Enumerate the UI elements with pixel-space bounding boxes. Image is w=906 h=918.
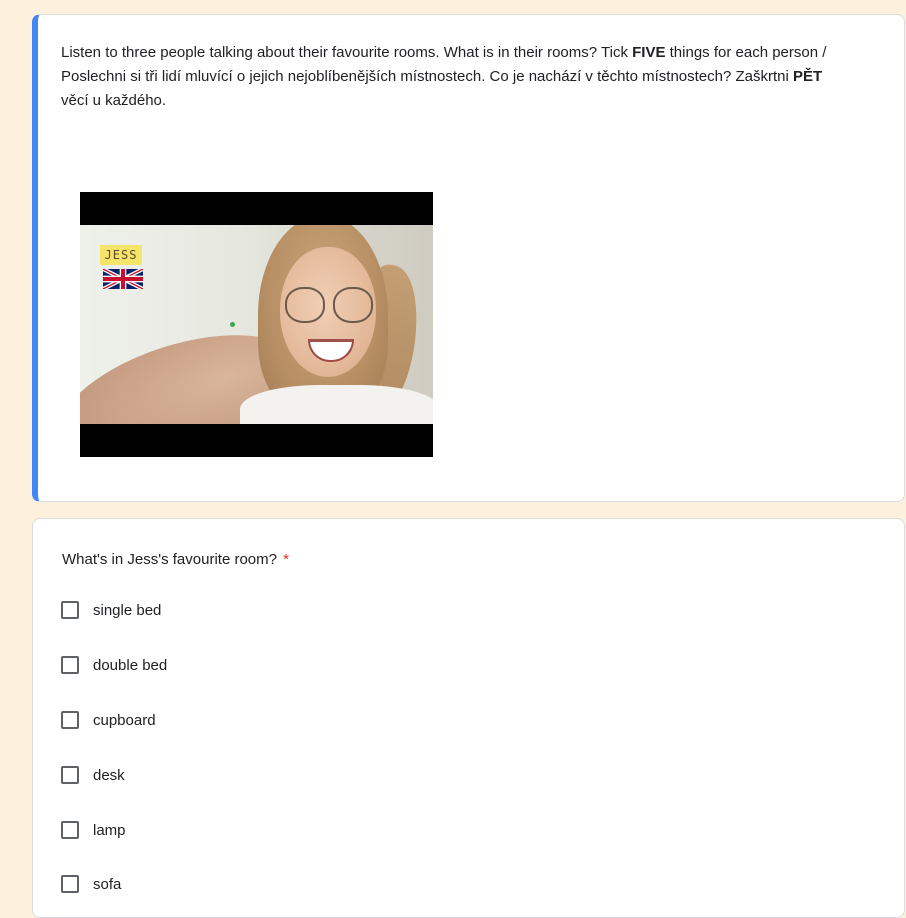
question-title: What's in Jess's favourite room? * [62,551,289,568]
checkbox[interactable] [61,821,79,839]
option-label: cupboard [93,711,156,729]
option-sofa[interactable]: sofa [61,873,121,895]
uk-flag-icon [102,269,144,289]
option-label: lamp [93,821,126,839]
video-dot-icon [230,322,235,327]
checkbox[interactable] [61,711,79,729]
intro-instructions: Listen to three people talking about the… [61,41,851,113]
intro-card: Listen to three people talking about the… [32,14,905,502]
checkbox[interactable] [61,601,79,619]
intro-text-bold2: PĚT [793,68,823,85]
checkbox[interactable] [61,656,79,674]
checkbox[interactable] [61,875,79,893]
option-lamp[interactable]: lamp [61,819,126,841]
option-label: sofa [93,875,122,893]
option-label: double bed [93,656,168,674]
intro-text-part1: Listen to three people talking about the… [61,44,633,61]
video-name-tag: JESS [100,245,142,265]
option-desk[interactable]: desk [61,764,125,786]
option-single-bed[interactable]: single bed [61,599,161,621]
option-double-bed[interactable]: double bed [61,654,167,676]
glasses-lens-left [285,287,325,323]
video-player[interactable]: JESS [80,192,433,457]
video-thumbnail-glasses [285,287,377,323]
question-card: What's in Jess's favourite room? * singl… [32,518,905,918]
glasses-lens-right [333,287,373,323]
question-title-text: What's in Jess's favourite room? [62,551,277,568]
option-label: single bed [93,601,162,619]
required-asterisk: * [283,551,289,568]
option-label: desk [93,766,125,784]
intro-text-part3: věcí u každého. [61,92,167,109]
video-thumbnail-shirt [240,385,433,424]
checkbox[interactable] [61,766,79,784]
video-thumbnail[interactable]: JESS [80,225,433,424]
option-cupboard[interactable]: cupboard [61,709,156,731]
intro-text-bold1: FIVE [632,44,666,61]
